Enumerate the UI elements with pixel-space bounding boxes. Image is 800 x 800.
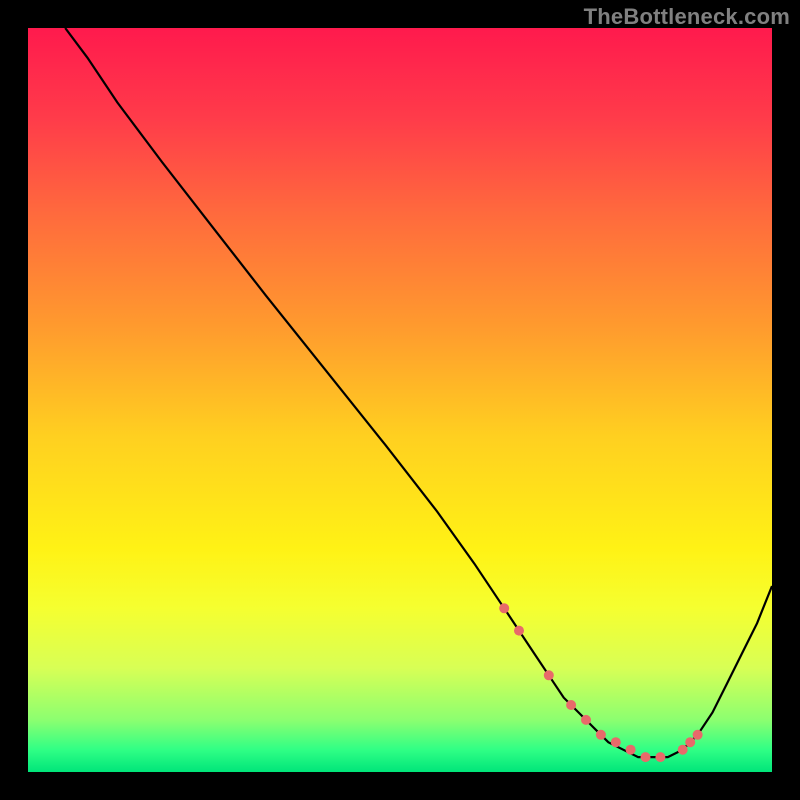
plot-area: [28, 28, 772, 772]
data-point: [655, 752, 665, 762]
data-point: [566, 700, 576, 710]
gradient-background: [28, 28, 772, 772]
data-point: [641, 752, 651, 762]
data-point: [693, 730, 703, 740]
data-point: [514, 626, 524, 636]
data-point: [685, 737, 695, 747]
data-point: [611, 737, 621, 747]
data-point: [596, 730, 606, 740]
data-point: [581, 715, 591, 725]
data-point: [678, 745, 688, 755]
data-point: [499, 603, 509, 613]
data-point: [544, 670, 554, 680]
chart-frame: TheBottleneck.com: [0, 0, 800, 800]
watermark-text: TheBottleneck.com: [584, 4, 790, 30]
data-point: [626, 745, 636, 755]
chart-svg: [28, 28, 772, 772]
